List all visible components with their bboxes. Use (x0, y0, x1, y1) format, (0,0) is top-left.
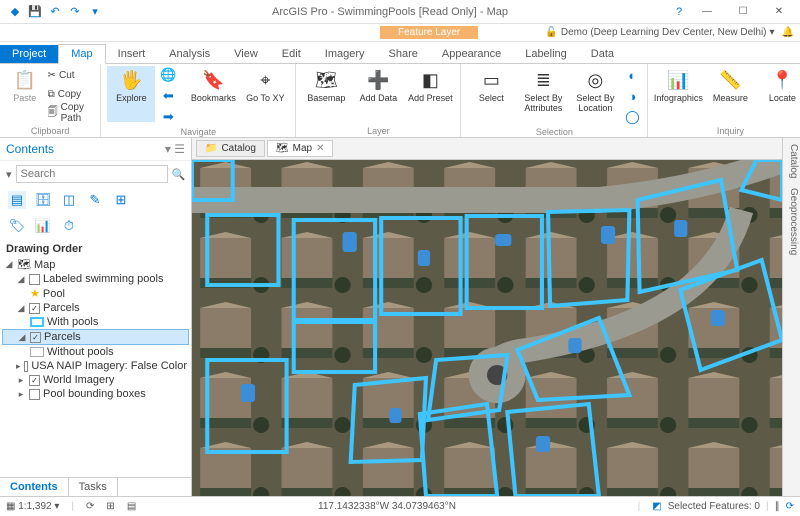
tree-pool-symbol[interactable]: ★Pool (2, 286, 189, 301)
lock-icon: 🔓 (545, 27, 557, 38)
refresh-icon[interactable]: ⟳ (786, 501, 794, 512)
tab-edit[interactable]: Edit (270, 45, 313, 63)
chart-icon[interactable]: 📊 (34, 217, 52, 235)
tab-labeling[interactable]: Labeling (513, 45, 579, 63)
cut-button[interactable]: ✂ Cut (48, 66, 95, 84)
layer-group-label: Layer (302, 125, 454, 136)
status-snap-icon[interactable]: ⊞ (106, 501, 114, 512)
chevron-down-icon: ▾ (770, 27, 775, 38)
notification-icon[interactable]: 🔔 (782, 27, 794, 38)
close-button[interactable]: ✕ (762, 2, 796, 22)
filter-icon[interactable]: ▾ (6, 168, 12, 181)
close-tab-icon[interactable]: ✕ (316, 143, 324, 154)
tab-data[interactable]: Data (579, 45, 626, 63)
tree-bbox[interactable]: ▸Pool bounding boxes (2, 387, 189, 401)
map-tab-map[interactable]: 🗺Map✕ (267, 140, 334, 157)
add-data-button[interactable]: ➕Add Data (354, 66, 402, 122)
bookmarks-button[interactable]: 🔖Bookmarks (189, 66, 237, 122)
map-icon: 🗺 (276, 143, 289, 154)
measure-button[interactable]: 📏Measure (706, 66, 754, 122)
time-icon[interactable]: ⏱ (60, 217, 78, 235)
paste-button[interactable]: 📋Paste (6, 66, 44, 122)
window-title: ArcGIS Pro - SwimmingPools [Read Only] -… (110, 6, 670, 18)
full-extent-icon[interactable]: 🌐 (159, 66, 177, 84)
prev-extent-icon[interactable]: ⬅ (159, 87, 177, 105)
status-grid-icon[interactable]: ▤ (127, 501, 136, 512)
label-icon[interactable]: 🏷 (8, 217, 26, 235)
list-by-drawing-order-icon[interactable]: ▤ (8, 191, 26, 209)
next-extent-icon[interactable]: ➡ (159, 108, 177, 126)
help-icon[interactable]: ? (670, 3, 688, 21)
select-button[interactable]: ▭Select (467, 66, 515, 122)
select-by-location-button[interactable]: ◎Select By Location (571, 66, 619, 122)
list-by-source-icon[interactable]: 🗄 (34, 191, 52, 209)
catalog-icon: 📁 (205, 143, 217, 154)
tree-labeled-pools[interactable]: ◢Labeled swimming pools (2, 272, 189, 286)
sel-switch-icon[interactable]: ◑ (623, 87, 641, 105)
list-by-editing-icon[interactable]: ✎ (86, 191, 104, 209)
tree-without-pools[interactable]: Without pools (2, 345, 189, 359)
tree-world-imagery[interactable]: ▸✓World Imagery (2, 373, 189, 387)
coordinates-readout: 117.1432338°W 34.0739463°N (148, 501, 625, 512)
infographics-button[interactable]: 📊Infographics (654, 66, 702, 122)
tab-analysis[interactable]: Analysis (157, 45, 222, 63)
app-icon: ◆ (6, 3, 24, 21)
contents-menu-icon[interactable]: ▾ ☰ (165, 142, 185, 156)
copy-path-button[interactable]: 🗐 Copy Path (48, 104, 95, 122)
locate-button[interactable]: 📍Locate (758, 66, 800, 122)
tab-insert[interactable]: Insert (106, 45, 158, 63)
tree-naip[interactable]: ▸USA NAIP Imagery: False Color (2, 359, 189, 373)
status-rotate-icon[interactable]: ⟳ (86, 501, 94, 512)
map-view[interactable] (192, 160, 782, 496)
tree-parcels-1[interactable]: ◢✓Parcels (2, 301, 189, 315)
maximize-button[interactable]: ☐ (726, 2, 760, 22)
undo-icon[interactable]: ↶ (46, 3, 64, 21)
tree-with-pools[interactable]: With pools (2, 315, 189, 329)
search-input[interactable] (16, 165, 168, 183)
map-tab-catalog[interactable]: 📁Catalog (196, 140, 265, 157)
add-preset-button[interactable]: ◧Add Preset (406, 66, 454, 122)
sel-grow-icon[interactable]: ◐ (623, 66, 641, 84)
tree-parcels-2[interactable]: ◢✓Parcels (2, 329, 189, 345)
navigate-group-label: Navigate (107, 126, 289, 137)
copy-button[interactable]: ⧉ Copy (48, 85, 95, 103)
basemap-button[interactable]: 🗺Basemap (302, 66, 350, 122)
goto-xy-button[interactable]: ⌖Go To XY (241, 66, 289, 122)
selected-features-label: Selected Features: 0 (668, 501, 760, 512)
scale-combo[interactable]: ▦ 1:1,392 ▾ (6, 501, 59, 512)
contents-tab[interactable]: Contents (0, 478, 69, 496)
tab-imagery[interactable]: Imagery (313, 45, 377, 63)
qat-more-icon[interactable]: ▾ (86, 3, 104, 21)
sel-clear-icon[interactable]: ◯ (623, 108, 641, 126)
context-tab-label: Feature Layer (380, 26, 478, 39)
signin-status[interactable]: 🔓 Demo (Deep Learning Dev Center, New De… (545, 27, 800, 38)
side-tab-geoprocessing[interactable]: Geoprocessing (784, 188, 799, 255)
tab-share[interactable]: Share (377, 45, 430, 63)
inquiry-group-label: Inquiry (654, 125, 800, 136)
pause-draw-icon[interactable]: ∥ (775, 501, 780, 512)
tab-project[interactable]: Project (0, 45, 58, 63)
tab-view[interactable]: View (222, 45, 270, 63)
tasks-tab[interactable]: Tasks (69, 478, 118, 496)
search-icon[interactable]: 🔍 (172, 168, 186, 181)
clipboard-group-label: Clipboard (6, 125, 94, 136)
tab-appearance[interactable]: Appearance (430, 45, 513, 63)
tab-map[interactable]: Map (58, 44, 105, 64)
list-by-snapping-icon[interactable]: ⊞ (112, 191, 130, 209)
list-by-selection-icon[interactable]: ◫ (60, 191, 78, 209)
tree-map[interactable]: ◢🗺Map (2, 257, 189, 272)
drawing-order-header: Drawing Order (0, 239, 191, 257)
select-by-attributes-button[interactable]: ≣Select By Attributes (519, 66, 567, 122)
side-tab-catalog[interactable]: Catalog (784, 144, 799, 178)
minimize-button[interactable]: — (690, 2, 724, 22)
redo-icon[interactable]: ↷ (66, 3, 84, 21)
map-icon: 🗺 (17, 258, 31, 271)
contents-title: Contents (6, 142, 54, 156)
selection-group-label: Selection (467, 126, 641, 137)
selected-features-icon: ◩ (652, 501, 661, 512)
save-icon[interactable]: 💾 (26, 3, 44, 21)
explore-button[interactable]: 🖐Explore (107, 66, 155, 122)
